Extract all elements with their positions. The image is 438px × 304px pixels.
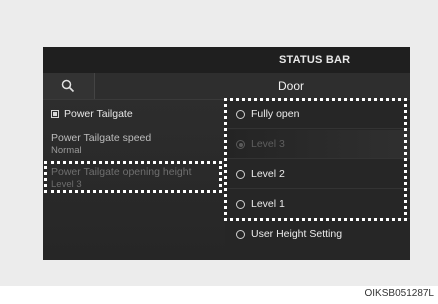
- search-button[interactable]: [43, 73, 95, 99]
- checkbox-checked-icon: [51, 110, 59, 118]
- highlight-box-opening-height: [44, 161, 222, 193]
- figure-frame: STATUS BAR Door Power Tailgate Power Tai…: [0, 0, 438, 286]
- status-bar-label: STATUS BAR: [279, 54, 351, 66]
- status-bar: STATUS BAR: [43, 47, 410, 73]
- tailgate-speed-label: Power Tailgate speed: [51, 132, 152, 144]
- radio-icon: [236, 230, 245, 239]
- search-icon: [61, 79, 75, 93]
- highlight-box-level-options: [224, 98, 407, 221]
- option-user-height-setting[interactable]: User Height Setting: [225, 220, 410, 260]
- power-tailgate-label: Power Tailgate: [64, 108, 133, 120]
- option-label: User Height Setting: [251, 228, 343, 240]
- tailgate-speed-value: Normal: [51, 145, 82, 156]
- infotainment-screen: STATUS BAR Door Power Tailgate Power Tai…: [43, 47, 410, 260]
- power-tailgate-toggle[interactable]: Power Tailgate: [51, 108, 133, 120]
- header: Door: [43, 73, 410, 100]
- figure-caption: OIKSB051287L: [364, 288, 435, 299]
- tailgate-speed-item[interactable]: Power Tailgate speed Normal: [51, 132, 151, 156]
- page-title: Door: [278, 79, 305, 93]
